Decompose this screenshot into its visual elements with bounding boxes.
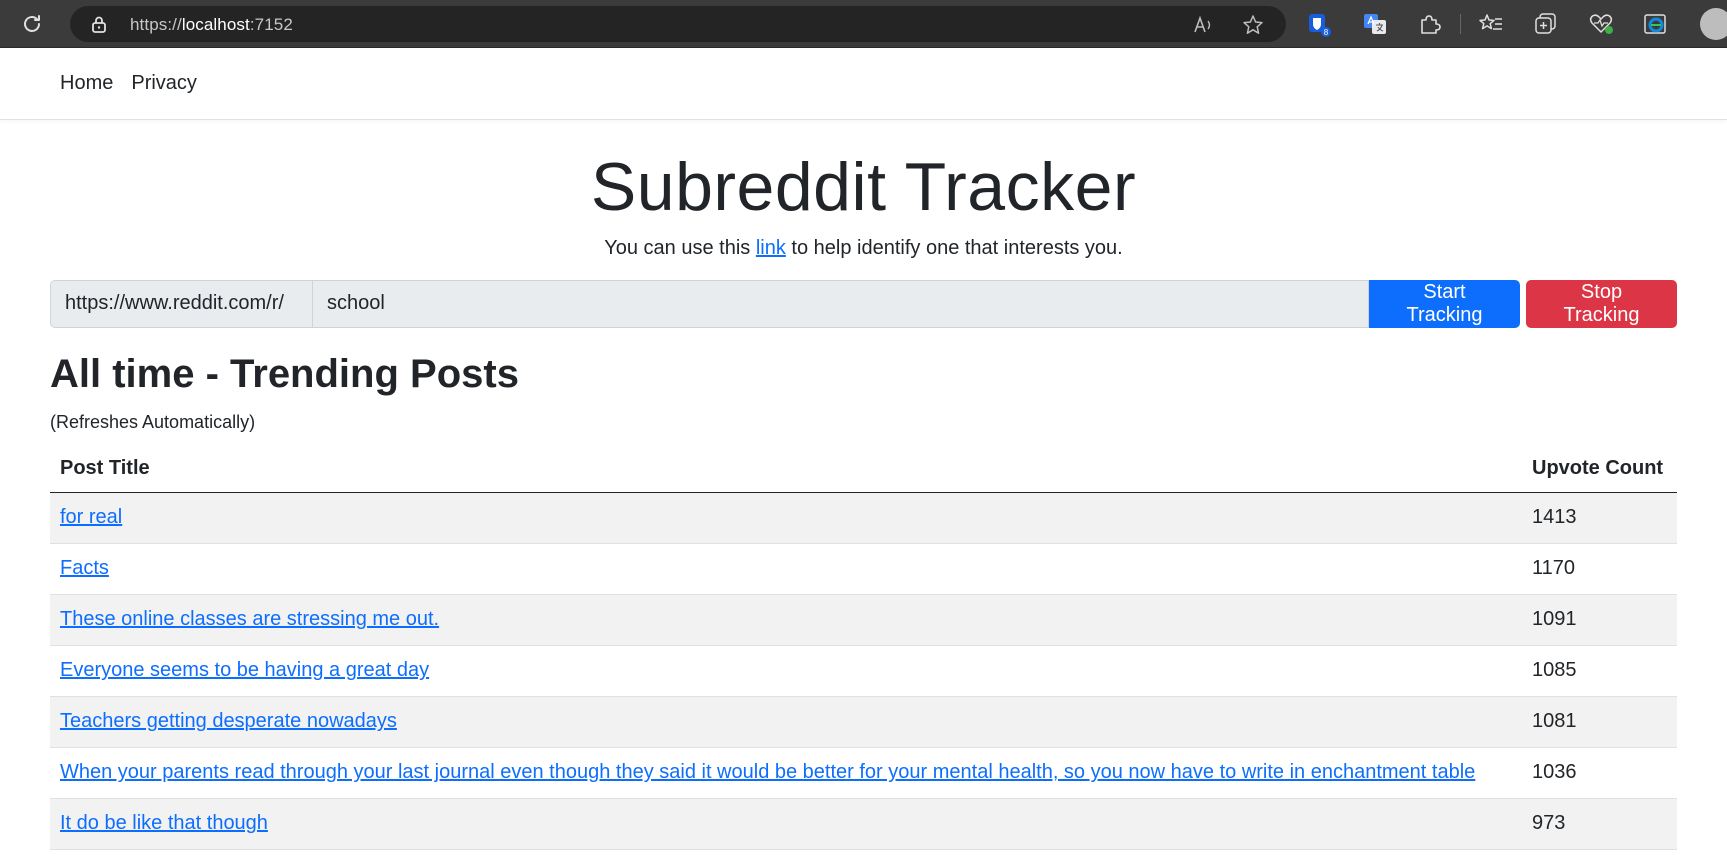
reload-icon[interactable] xyxy=(20,12,44,36)
read-aloud-icon[interactable] xyxy=(1192,14,1214,36)
column-header-post-title: Post Title xyxy=(50,446,1522,493)
upvote-count: 1170 xyxy=(1522,543,1677,595)
url-prefix-label: https://www.reddit.com/r/ xyxy=(50,279,312,328)
section-heading: All time - Trending Posts xyxy=(50,351,519,396)
post-title-link[interactable]: These online classes are stressing me ou… xyxy=(60,608,439,630)
table-row: These online classes are stressing me ou… xyxy=(50,594,1677,646)
table-row: It do be like that though 973 xyxy=(50,798,1677,850)
extension-badge: 8 xyxy=(1324,28,1329,37)
refresh-note: (Refreshes Automatically) xyxy=(50,411,256,432)
lead-text-after: to help identify one that interests you. xyxy=(785,236,1123,259)
favorites-icon[interactable] xyxy=(1478,11,1504,37)
start-tracking-button[interactable]: Start Tracking xyxy=(1369,279,1520,328)
address-bar[interactable]: https://localhost:7152 xyxy=(70,6,1286,42)
translate-extension-icon[interactable] xyxy=(1362,11,1388,37)
post-title-link[interactable]: It do be like that though xyxy=(60,812,268,834)
lead-text-before: You can use this xyxy=(604,236,756,259)
subreddit-list-link[interactable]: link xyxy=(756,237,786,259)
collections-icon[interactable] xyxy=(1533,11,1559,37)
table-row: When your parents read through your last… xyxy=(50,747,1677,799)
upvote-count: 1081 xyxy=(1522,696,1677,748)
favorite-star-icon[interactable] xyxy=(1242,14,1264,36)
main-content: Subreddit Tracker You can use this link … xyxy=(0,150,1727,850)
url-host: localhost xyxy=(181,15,250,34)
upvote-count: 1085 xyxy=(1522,645,1677,697)
tracker-input-group: https://www.reddit.com/r/ Start Tracking… xyxy=(50,279,1677,328)
edge-icon[interactable] xyxy=(1642,11,1668,37)
subreddit-input[interactable] xyxy=(312,279,1369,328)
profile-avatar[interactable] xyxy=(1700,8,1727,40)
post-title-link[interactable]: Teachers getting desperate nowadays xyxy=(60,710,397,732)
post-title-link[interactable]: Facts xyxy=(60,557,109,579)
post-title-link[interactable]: When your parents read through your last… xyxy=(60,761,1475,783)
table-row: for real 1413 xyxy=(50,492,1677,544)
table-row: Teachers getting desperate nowadays 1081 xyxy=(50,696,1677,748)
upvote-count: 1091 xyxy=(1522,594,1677,646)
page-title: Subreddit Tracker xyxy=(590,149,1137,225)
site-navbar: Home Privacy xyxy=(0,48,1727,120)
upvote-count: 1413 xyxy=(1522,492,1677,544)
trending-posts-table: Post Title Upvote Count for real 1413 Fa… xyxy=(50,446,1677,850)
table-row: Facts 1170 xyxy=(50,543,1677,595)
upvote-count: 1036 xyxy=(1522,747,1677,799)
stop-tracking-button[interactable]: Stop Tracking xyxy=(1526,279,1677,328)
lead-text: You can use this link to help identify o… xyxy=(50,237,1677,260)
browser-essentials-icon[interactable] xyxy=(1588,11,1614,37)
nav-home-link[interactable]: Home xyxy=(60,72,113,95)
post-title-link[interactable]: for real xyxy=(60,506,122,528)
url-text[interactable]: https://localhost:7152 xyxy=(130,15,293,35)
post-title-link[interactable]: Everyone seems to be having a great day xyxy=(60,659,429,681)
nav-privacy-link[interactable]: Privacy xyxy=(131,72,197,95)
url-scheme: https:// xyxy=(130,15,182,34)
column-header-upvote-count: Upvote Count xyxy=(1522,446,1677,493)
url-port: :7152 xyxy=(249,15,293,34)
browser-toolbar: https://localhost:7152 8 xyxy=(0,0,1727,48)
lock-icon[interactable] xyxy=(90,15,108,33)
upvote-count: 973 xyxy=(1522,798,1677,850)
table-row: Everyone seems to be having a great day … xyxy=(50,645,1677,697)
toolbar-divider xyxy=(1460,14,1461,34)
bitwarden-extension-icon[interactable]: 8 xyxy=(1306,11,1332,37)
extensions-puzzle-icon[interactable] xyxy=(1416,11,1442,37)
